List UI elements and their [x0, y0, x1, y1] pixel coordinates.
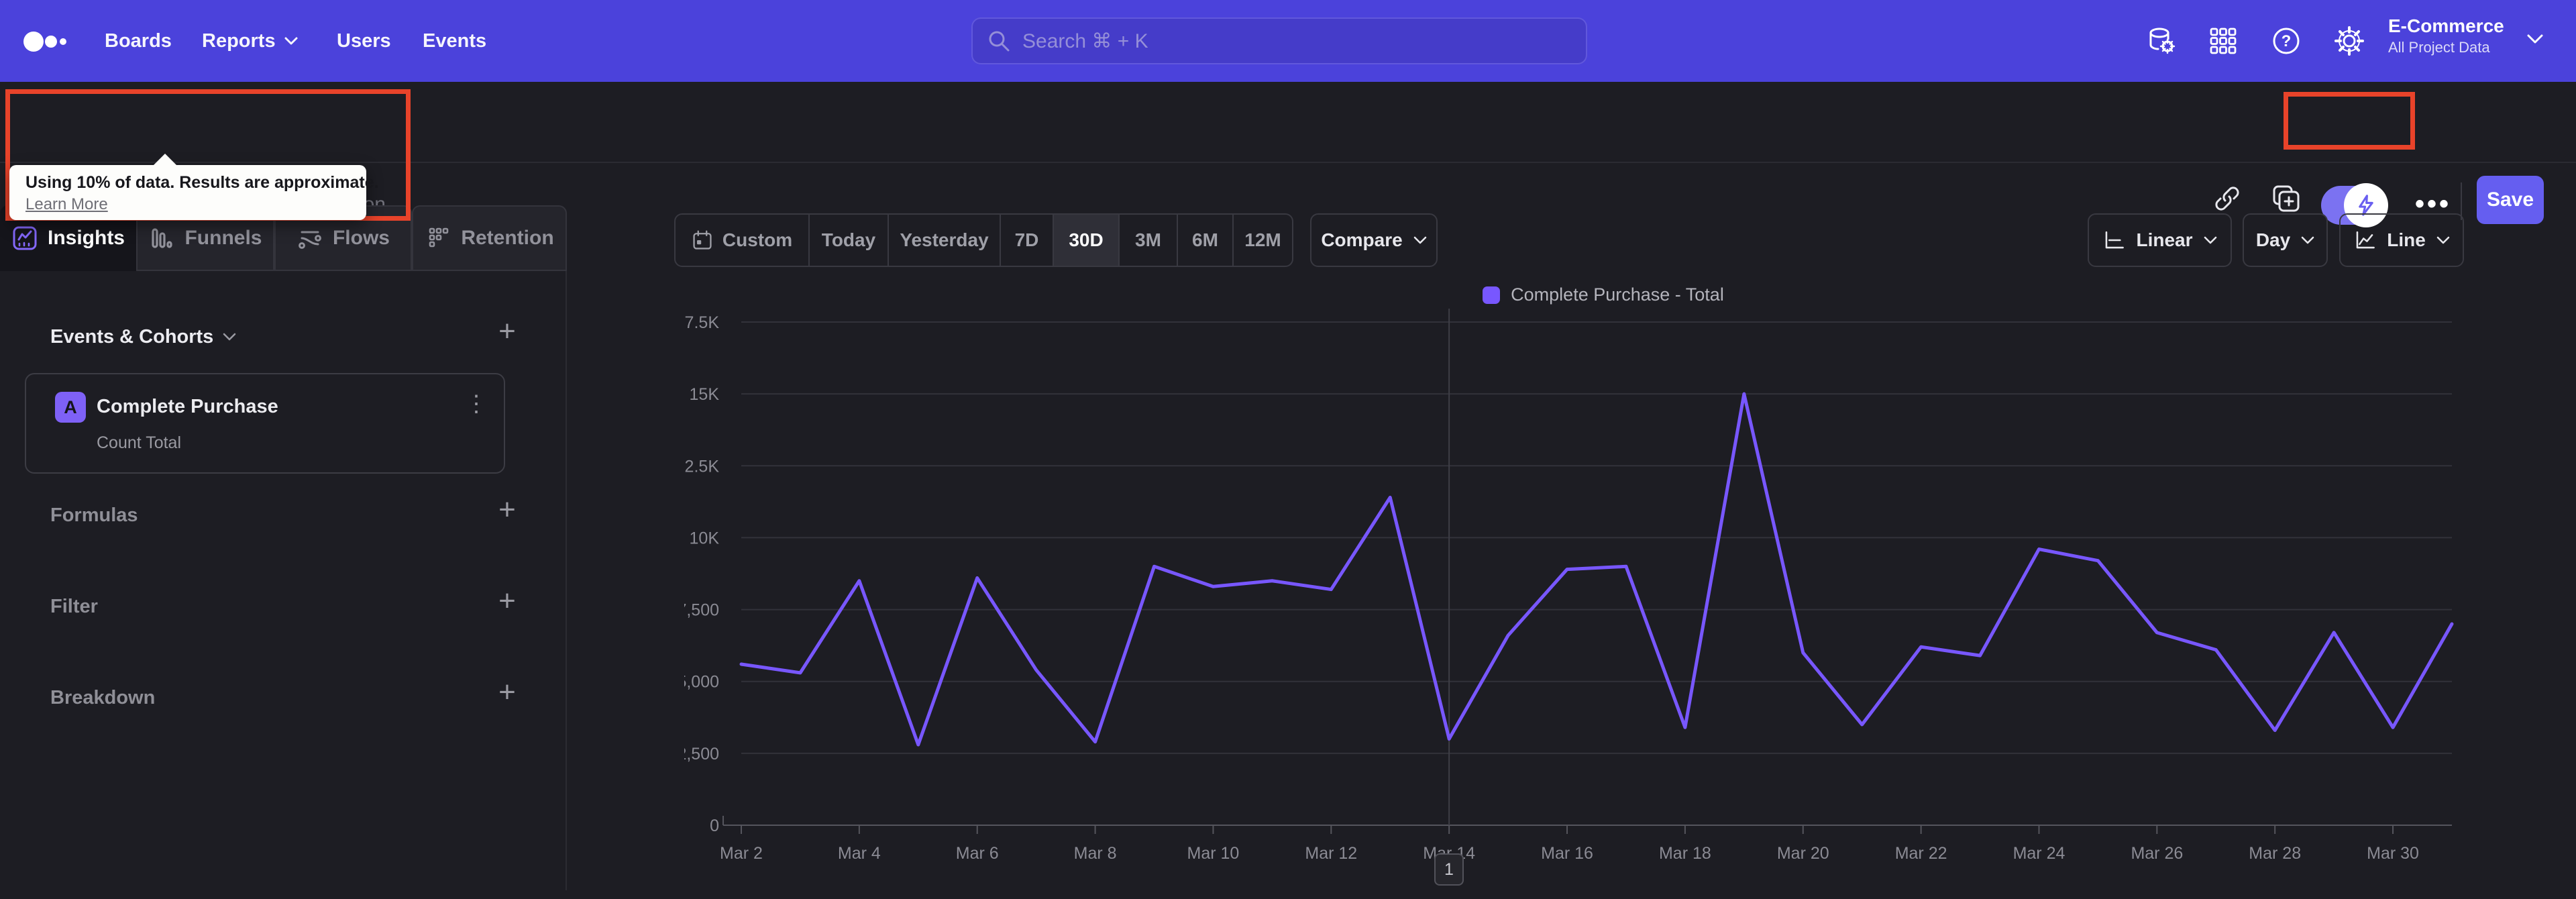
tooltip-text: Using 10% of data. Results are approxima… — [25, 173, 379, 192]
add-breakdown-button[interactable]: + — [494, 678, 521, 707]
chevron-down-icon — [2301, 236, 2314, 244]
settings-gear-icon[interactable] — [2334, 26, 2364, 56]
copy-link-icon[interactable] — [2212, 184, 2242, 213]
interval-selector[interactable]: Day — [2243, 213, 2328, 267]
svg-text:10K: 10K — [690, 529, 720, 547]
chevron-down-icon — [1413, 236, 1426, 244]
nav-users[interactable]: Users — [337, 0, 391, 82]
compare-button[interactable]: Compare — [1310, 213, 1438, 267]
svg-text:Mar 16: Mar 16 — [1541, 844, 1593, 863]
calendar-icon — [693, 230, 712, 250]
svg-text:5,000: 5,000 — [684, 673, 719, 692]
add-filter-button[interactable]: + — [494, 586, 521, 616]
report-header: Untitled Sampled + Add description... ••… — [0, 82, 2576, 229]
svg-text:0: 0 — [710, 816, 719, 835]
chevron-down-icon — [2204, 236, 2216, 244]
project-switcher[interactable]: E-Commerce All Project Data — [2388, 13, 2504, 56]
svg-text:Mar 18: Mar 18 — [1659, 844, 1711, 863]
range-yesterday[interactable]: Yesterday — [889, 215, 1001, 266]
event-card[interactable]: A Complete Purchase ⋮ Count Total — [25, 373, 505, 474]
svg-text:Mar 2: Mar 2 — [720, 844, 763, 863]
funnels-icon — [152, 228, 173, 248]
range-7d[interactable]: 7D — [1001, 215, 1054, 266]
svg-text:17.5K: 17.5K — [684, 313, 719, 332]
tab-retention[interactable]: Retention — [412, 205, 567, 271]
save-button[interactable]: Save — [2477, 176, 2544, 224]
svg-text:Mar 12: Mar 12 — [1305, 844, 1357, 863]
sampling-tooltip: Using 10% of data. Results are approxima… — [9, 154, 379, 220]
range-6m[interactable]: 6M — [1178, 215, 1234, 266]
chevron-down-icon — [223, 333, 236, 341]
svg-text:12.5K: 12.5K — [684, 457, 719, 476]
formulas-section[interactable]: Formulas — [0, 498, 567, 538]
legend-swatch — [1483, 286, 1501, 304]
range-custom[interactable]: Custom — [676, 215, 810, 266]
svg-text:Mar 24: Mar 24 — [2013, 844, 2065, 863]
mixpanel-logo-icon[interactable] — [23, 31, 71, 52]
project-chevron-down-icon[interactable] — [2526, 34, 2544, 44]
line-chart[interactable]: 17.5K 15K 12.5K 10K 7,500 5,000 2,500 0Mar 2 Mar… — [676, 305, 2522, 896]
svg-text:?: ? — [2282, 32, 2292, 50]
project-scope: All Project Data — [2388, 39, 2490, 56]
retention-icon — [429, 227, 449, 248]
linear-scale-icon — [2106, 231, 2125, 249]
data-management-icon[interactable] — [2147, 26, 2176, 56]
apps-grid-icon[interactable] — [2208, 26, 2238, 56]
tooltip-learn-more-link[interactable]: Learn More — [25, 195, 108, 214]
legend-label: Complete Purchase - Total — [1511, 284, 1724, 305]
nav-events[interactable]: Events — [423, 0, 486, 82]
svg-text:2,500: 2,500 — [684, 745, 719, 763]
nav-reports[interactable]: Reports — [202, 0, 299, 82]
event-metric[interactable]: Count Total — [97, 433, 181, 453]
flows-icon — [299, 231, 321, 249]
range-3m[interactable]: 3M — [1120, 215, 1178, 266]
add-formula-button[interactable]: + — [494, 495, 521, 525]
svg-text:Mar 4: Mar 4 — [838, 844, 881, 863]
search-input[interactable]: Search ⌘ + K — [971, 17, 1587, 64]
event-options-button[interactable]: ⋮ — [465, 390, 488, 417]
events-cohorts-header[interactable]: Events & Cohorts — [50, 326, 236, 348]
range-12m[interactable]: 12M — [1234, 215, 1292, 266]
line-chart-icon — [2356, 231, 2375, 249]
svg-text:Mar 30: Mar 30 — [2367, 844, 2419, 863]
svg-text:Mar 26: Mar 26 — [2131, 844, 2183, 863]
range-today[interactable]: Today — [810, 215, 889, 266]
event-letter-badge: A — [55, 392, 86, 423]
nav-boards[interactable]: Boards — [105, 0, 172, 82]
project-name: E-Commerce — [2388, 15, 2504, 36]
annotation-marker[interactable]: 1 — [1434, 853, 1464, 886]
scale-selector[interactable]: Linear — [2088, 213, 2232, 267]
legend-item[interactable]: Complete Purchase - Total — [684, 284, 2522, 305]
event-name: Complete Purchase — [97, 396, 278, 417]
svg-text:Mar 28: Mar 28 — [2249, 844, 2301, 863]
add-to-board-icon[interactable] — [2271, 184, 2301, 213]
query-builder-panel — [0, 271, 567, 890]
insights-icon — [13, 226, 37, 250]
top-nav: Boards Reports Users Events Search ⌘ + K… — [0, 0, 2576, 82]
svg-text:15K: 15K — [690, 385, 720, 404]
help-icon[interactable]: ? — [2271, 26, 2301, 56]
svg-text:Mar 8: Mar 8 — [1074, 844, 1117, 863]
add-event-button[interactable]: + — [494, 317, 521, 346]
svg-text:Mar 10: Mar 10 — [1187, 844, 1240, 863]
chevron-down-icon — [2436, 236, 2450, 244]
chevron-down-icon — [284, 37, 298, 45]
svg-text:7,500: 7,500 — [684, 601, 719, 620]
svg-text:Mar 22: Mar 22 — [1895, 844, 1947, 863]
filter-section[interactable]: Filter — [0, 589, 567, 629]
svg-text:Mar 6: Mar 6 — [956, 844, 999, 863]
breakdown-section[interactable]: Breakdown — [0, 680, 567, 721]
svg-text:Mar 20: Mar 20 — [1777, 844, 1829, 863]
chart-type-selector[interactable]: Line — [2339, 213, 2464, 267]
range-30d[interactable]: 30D — [1054, 215, 1120, 266]
search-icon — [989, 31, 1010, 52]
date-range-picker: Custom Today Yesterday 7D 30D 3M 6M 12M — [674, 213, 1293, 267]
search-placeholder: Search ⌘ + K — [1022, 30, 1148, 52]
tooltip-caret — [153, 154, 177, 166]
chart-svg: 17.5K 15K 12.5K 10K 7,500 5,000 2,500 0Mar 2 Mar… — [676, 309, 2454, 863]
